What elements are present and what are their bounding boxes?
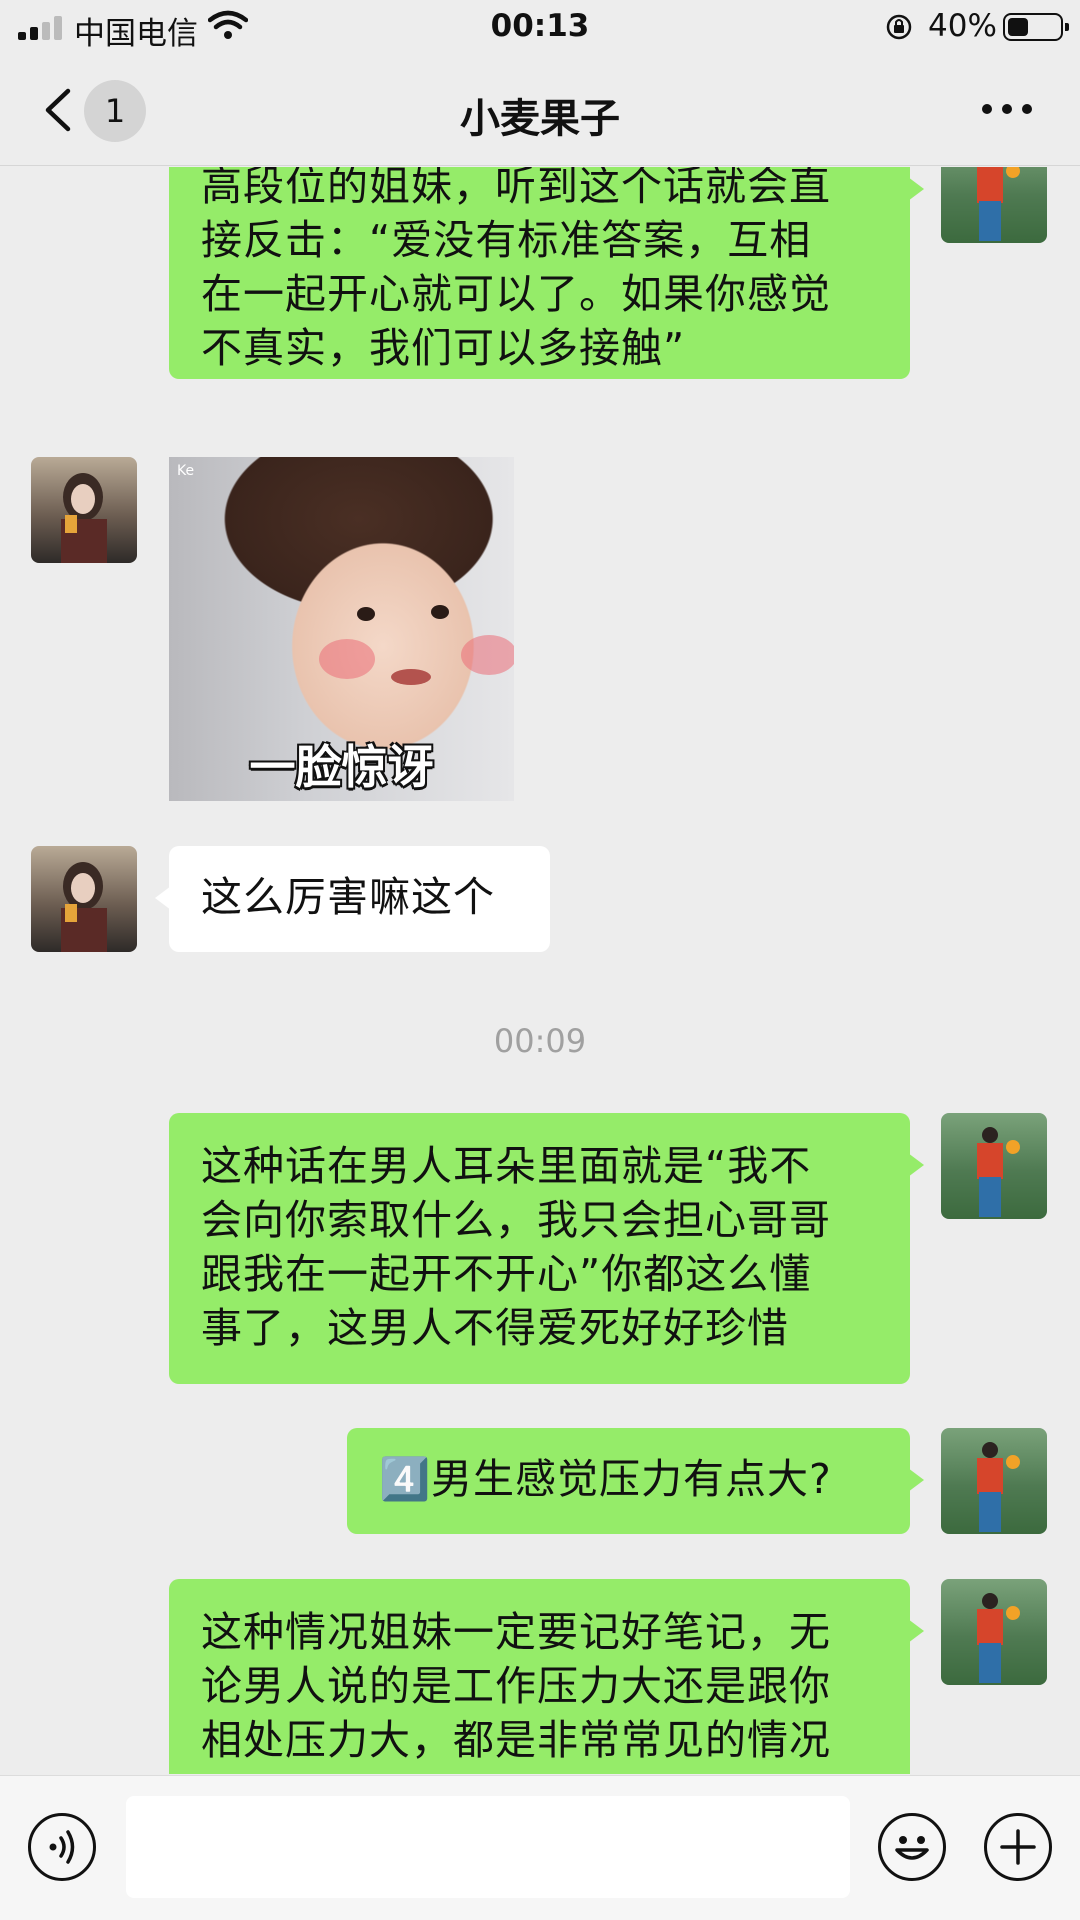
- sticker-watermark: Ke: [177, 463, 195, 479]
- plus-icon[interactable]: [984, 1813, 1052, 1881]
- message-line: 不真实，我们可以多接触”: [201, 324, 686, 372]
- message-line: 高段位的姐妹，听到这个话就会直: [201, 167, 831, 210]
- chat-title: 小麦果子: [460, 96, 620, 142]
- message-line: 这种话在男人耳朵里面就是“我不: [201, 1142, 812, 1190]
- message-line: 论男人说的是工作压力大还是跟你: [201, 1662, 831, 1710]
- message-bubble[interactable]: 4️⃣男生感觉压力有点大?: [347, 1428, 924, 1534]
- message-line: 跟我在一起开不开心”你都这么懂: [201, 1250, 812, 1298]
- message-line: 相处压力大，都是非常常见的情况: [201, 1716, 831, 1764]
- message-line: 这种情况姐妹一定要记好笔记，无: [201, 1608, 831, 1656]
- message-line: 会向你索取什么，我只会担心哥哥: [201, 1196, 831, 1244]
- my-avatar[interactable]: [941, 1113, 1047, 1219]
- message-line: 这么厉害嘛这个: [201, 873, 495, 921]
- message-input[interactable]: [126, 1796, 850, 1898]
- input-bar: [0, 1775, 1080, 1920]
- my-avatar[interactable]: [941, 1428, 1047, 1534]
- message-line: 在一起开心就可以了。如果你感觉: [201, 270, 831, 318]
- friend-avatar[interactable]: [31, 846, 137, 952]
- status-bar: 中国电信 00:13 40%: [0, 0, 1080, 54]
- message-bubble[interactable]: 这种情况姐妹一定要记好笔记，无 论男人说的是工作压力大还是跟你 相处压力大，都是…: [169, 1579, 924, 1774]
- chat-header: 1 小麦果子: [0, 54, 1080, 166]
- more-dots-icon[interactable]: [982, 104, 1032, 116]
- message-list[interactable]: 高段位的姐妹，听到这个话就会直 接反击：“爱没有标准答案，互相 在一起开心就可以…: [0, 167, 1080, 1774]
- friend-avatar[interactable]: [31, 457, 137, 563]
- clock: 00:13: [490, 8, 590, 44]
- message-line: 接反击：“爱没有标准答案，互相: [201, 216, 812, 264]
- message-line: 4️⃣男生感觉压力有点大?: [379, 1455, 832, 1503]
- sticker-image[interactable]: Ke 一脸惊讶: [169, 457, 514, 801]
- rotation-lock-icon: [886, 14, 912, 40]
- message-timestamp: 00:09: [493, 1022, 587, 1060]
- message-bubble[interactable]: 这么厉害嘛这个: [155, 846, 550, 952]
- message-bubble[interactable]: 高段位的姐妹，听到这个话就会直 接反击：“爱没有标准答案，互相 在一起开心就可以…: [169, 167, 924, 379]
- battery-percent: 40%: [928, 8, 997, 44]
- my-avatar[interactable]: [941, 167, 1047, 243]
- message-bubble[interactable]: 这种话在男人耳朵里面就是“我不 会向你索取什么，我只会担心哥哥 跟我在一起开不开…: [169, 1113, 924, 1384]
- my-avatar[interactable]: [941, 1579, 1047, 1685]
- sticker-caption: 一脸惊讶: [249, 740, 434, 794]
- battery-icon: [1003, 13, 1069, 41]
- voice-icon[interactable]: [28, 1813, 96, 1881]
- message-line: 事了，这男人不得爱死好好珍惜: [201, 1304, 789, 1352]
- emoji-icon[interactable]: [878, 1813, 946, 1881]
